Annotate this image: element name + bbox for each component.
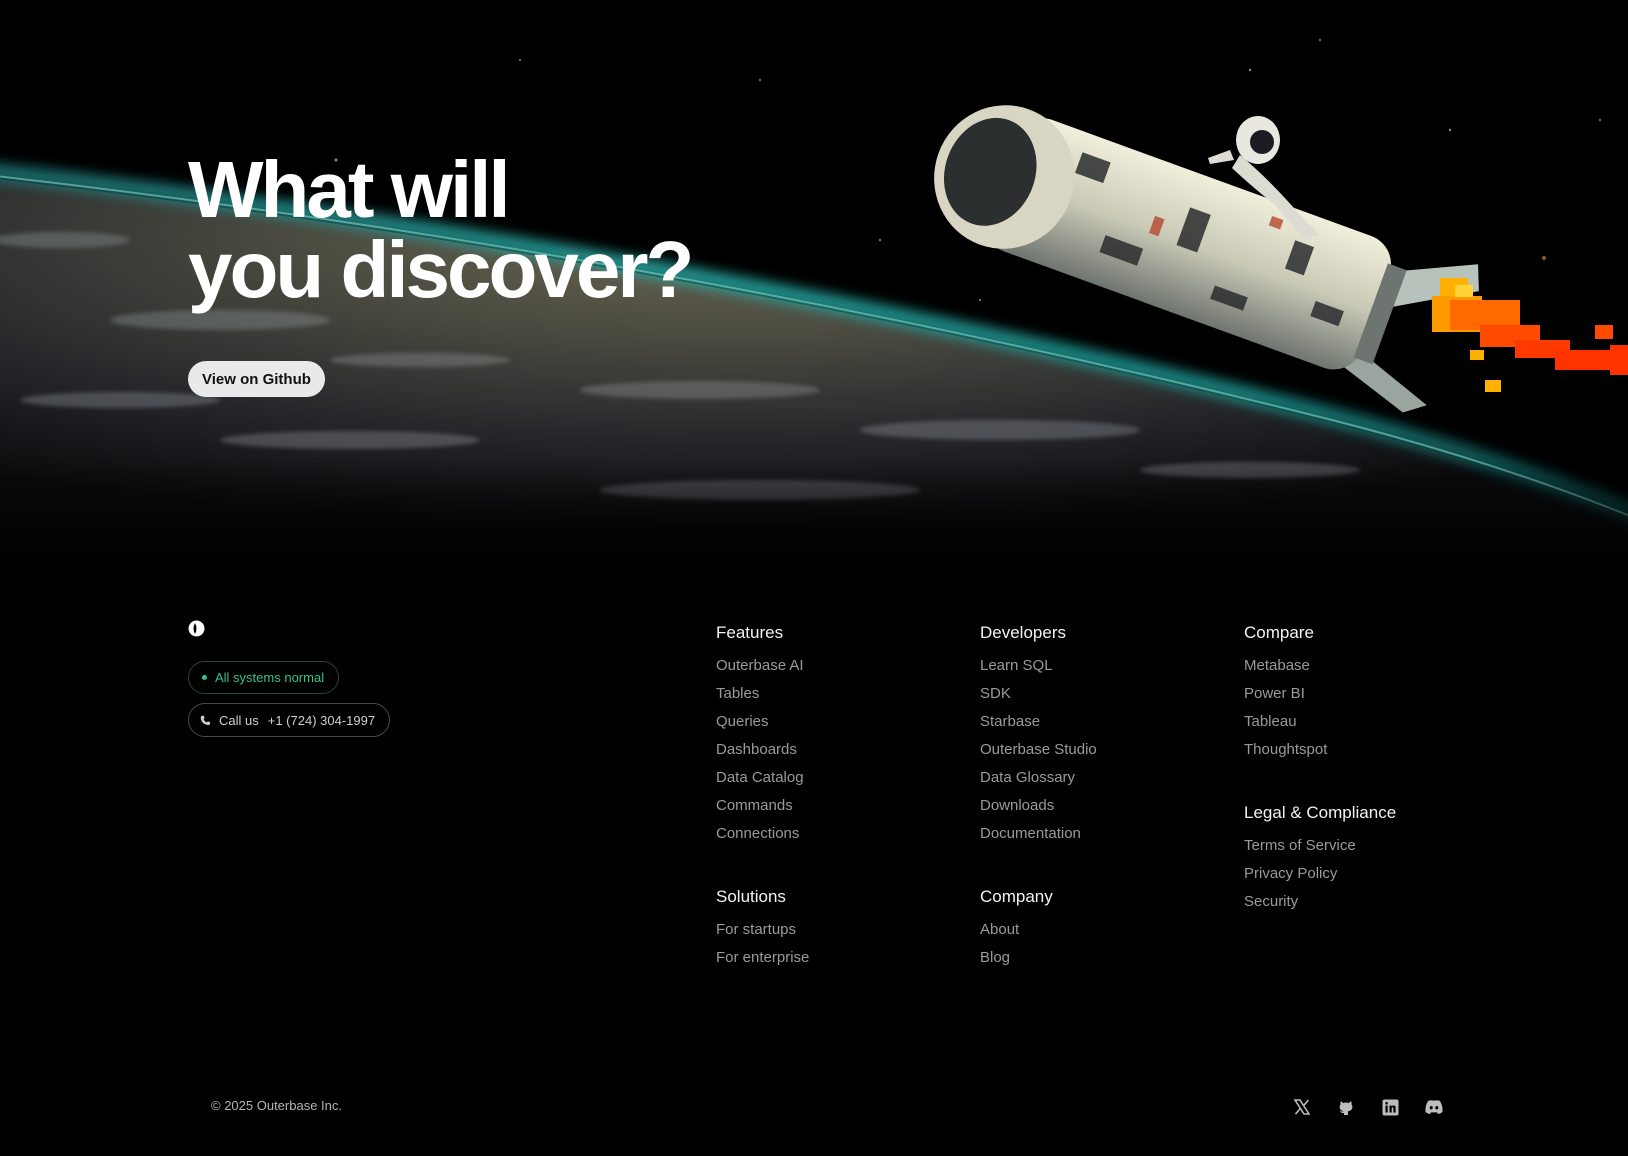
footer-link-item[interactable]: Documentation: [980, 824, 1097, 852]
footer-link-tables[interactable]: Tables: [716, 685, 759, 702]
footer-link-item[interactable]: Learn SQL: [980, 656, 1097, 684]
footer-link-security[interactable]: Security: [1244, 893, 1298, 910]
footer-link-for-enterprise[interactable]: For enterprise: [716, 949, 809, 966]
footer-heading-developers: Developers: [980, 623, 1066, 642]
footer-link-item[interactable]: Queries: [716, 712, 804, 740]
hero-title: What will you discover?: [188, 145, 694, 314]
footer-link-data-glossary[interactable]: Data Glossary: [980, 769, 1075, 786]
system-status-badge[interactable]: All systems normal: [188, 661, 340, 694]
footer-link-data-catalog[interactable]: Data Catalog: [716, 769, 804, 786]
social-links: [1292, 1097, 1444, 1117]
status-label: All systems normal: [215, 670, 325, 685]
hero-fade: [0, 460, 1628, 570]
footer-link-downloads[interactable]: Downloads: [980, 797, 1054, 814]
footer-link-power-bi[interactable]: Power BI: [1244, 685, 1305, 702]
footer-link-thoughtspot[interactable]: Thoughtspot: [1244, 741, 1327, 758]
footer-link-item[interactable]: About: [980, 920, 1053, 948]
footer-link-item[interactable]: Blog: [980, 948, 1053, 976]
footer-link-documentation[interactable]: Documentation: [980, 825, 1081, 842]
footer-link-commands[interactable]: Commands: [716, 797, 793, 814]
footer-link-item[interactable]: Tables: [716, 684, 804, 712]
footer-link-item[interactable]: Downloads: [980, 796, 1097, 824]
footer-link-about[interactable]: About: [980, 921, 1019, 938]
footer-column-company: Company About Blog: [980, 887, 1053, 976]
discord-icon[interactable]: [1424, 1097, 1444, 1117]
footer-column-compare: Compare Metabase Power BI Tableau Though…: [1244, 623, 1327, 768]
footer-link-item[interactable]: Metabase: [1244, 656, 1327, 684]
footer-link-item[interactable]: Dashboards: [716, 740, 804, 768]
footer-link-learn-sql[interactable]: Learn SQL: [980, 657, 1053, 674]
footer-link-starbase[interactable]: Starbase: [980, 713, 1040, 730]
footer-link-queries[interactable]: Queries: [716, 713, 769, 730]
footer-link-item[interactable]: Terms of Service: [1244, 836, 1396, 864]
status-dot-icon: [202, 675, 207, 680]
footer-link-item[interactable]: SDK: [980, 684, 1097, 712]
footer-link-item[interactable]: Power BI: [1244, 684, 1327, 712]
footer-link-sdk[interactable]: SDK: [980, 685, 1011, 702]
footer-link-item[interactable]: Security: [1244, 892, 1396, 920]
github-icon[interactable]: [1336, 1097, 1356, 1117]
phone-icon: [200, 715, 211, 725]
footer-column-features: Features Outerbase AI Tables Queries Das…: [716, 623, 804, 852]
footer-link-tableau[interactable]: Tableau: [1244, 713, 1297, 730]
footer-link-outerbase-ai[interactable]: Outerbase AI: [716, 657, 804, 674]
footer-link-blog[interactable]: Blog: [980, 949, 1010, 966]
footer-column-solutions: Solutions For startups For enterprise: [716, 887, 809, 976]
footer-heading-legal: Legal & Compliance: [1244, 803, 1397, 822]
copyright-text: © 2025 Outerbase Inc.: [211, 1098, 342, 1113]
phone-number: +1 (724) 304-1997: [267, 712, 376, 728]
footer-column-legal: Legal & Compliance Terms of Service Priv…: [1244, 803, 1396, 920]
footer-link-item[interactable]: Privacy Policy: [1244, 864, 1396, 892]
x-icon[interactable]: [1292, 1097, 1312, 1117]
linkedin-icon[interactable]: [1380, 1097, 1400, 1117]
footer-link-metabase[interactable]: Metabase: [1244, 657, 1310, 674]
hero-title-line-1: What will: [188, 145, 511, 234]
footer-link-terms-of-service[interactable]: Terms of Service: [1244, 837, 1356, 854]
footer-link-item[interactable]: Thoughtspot: [1244, 740, 1327, 768]
hero-title-line-2: you discover?: [188, 225, 694, 314]
footer-link-item[interactable]: For startups: [716, 920, 809, 948]
view-on-github-button[interactable]: View on Github: [188, 361, 325, 397]
footer-link-connections[interactable]: Connections: [716, 825, 799, 842]
footer-link-item[interactable]: Starbase: [980, 712, 1097, 740]
footer-link-for-startups[interactable]: For startups: [716, 921, 796, 938]
call-us-button[interactable]: Call us +1 (724) 304-1997: [188, 703, 391, 737]
footer-link-item[interactable]: Tableau: [1244, 712, 1327, 740]
footer-link-item[interactable]: Data Glossary: [980, 768, 1097, 796]
hero-section: What will you discover? View on Github: [0, 0, 1628, 570]
footer-link-outerbase-studio[interactable]: Outerbase Studio: [980, 741, 1097, 758]
footer-link-dashboards[interactable]: Dashboards: [716, 741, 797, 758]
footer-link-item[interactable]: For enterprise: [716, 948, 809, 976]
footer-link-item[interactable]: Outerbase Studio: [980, 740, 1097, 768]
footer-heading-company: Company: [980, 887, 1053, 906]
call-us-label: Call us: [219, 712, 259, 728]
footer-heading-solutions: Solutions: [716, 887, 786, 906]
footer-link-item[interactable]: Connections: [716, 824, 804, 852]
footer-heading-features: Features: [716, 623, 784, 642]
outerbase-logo-icon[interactable]: [188, 620, 205, 637]
footer-link-item[interactable]: Outerbase AI: [716, 656, 804, 684]
footer-link-item[interactable]: Data Catalog: [716, 768, 804, 796]
footer-link-privacy-policy[interactable]: Privacy Policy: [1244, 865, 1337, 882]
footer-heading-compare: Compare: [1244, 623, 1314, 642]
footer-link-item[interactable]: Commands: [716, 796, 804, 824]
footer-column-developers: Developers Learn SQL SDK Starbase Outerb…: [980, 623, 1097, 852]
